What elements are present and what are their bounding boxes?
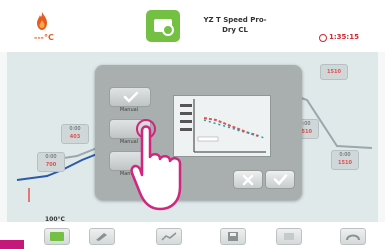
options-icon: [284, 233, 294, 240]
program-view-button[interactable]: [44, 228, 70, 245]
close-icon: [242, 174, 254, 186]
save-button[interactable]: [220, 228, 246, 245]
screen: ---°C YZ T Speed Pro- Dry CL 1:35:15 0:0…: [0, 0, 385, 249]
options-button[interactable]: [276, 228, 302, 245]
chip-left-bottom[interactable]: 0:00 700: [37, 152, 65, 172]
furnace-temperature: ---°C: [34, 33, 54, 42]
furnace-hood-icon: [346, 234, 360, 241]
pencil-icon: [96, 233, 107, 241]
header: ---°C YZ T Speed Pro- Dry CL 1:35:15: [0, 0, 385, 52]
graph-button[interactable]: [156, 228, 182, 245]
bottom-toolbar: [0, 222, 385, 249]
graph-icon: [161, 232, 177, 241]
corner-accent: [0, 240, 24, 249]
image-icon: [50, 232, 64, 241]
chip-left-top[interactable]: 0:00 403: [61, 124, 89, 144]
confirm-button[interactable]: [265, 170, 295, 189]
check-icon: [123, 91, 139, 103]
floppy-disk-icon: [228, 232, 238, 241]
chip-left-bottom-time: 0:00: [45, 154, 57, 160]
hand-pointer-icon: [130, 119, 182, 211]
chip-right-top-value: 1510: [327, 69, 341, 75]
program-name: YZ T Speed Pro- Dry CL: [190, 15, 280, 35]
chip-left-bottom-value: 700: [45, 162, 57, 168]
chip-left-top-time: 0:00: [69, 126, 81, 132]
program-name-line2: Dry CL: [222, 26, 248, 34]
check-icon: [273, 174, 288, 186]
program-name-line1: YZ T Speed Pro-: [203, 16, 267, 24]
program-image-icon: [154, 19, 174, 36]
chip-right-bottom[interactable]: 0:00 1510: [331, 150, 359, 170]
clock-icon: [319, 34, 327, 42]
option-1-label: Manual: [119, 107, 139, 113]
edit-button[interactable]: [89, 228, 115, 245]
furnace-hood-button[interactable]: [340, 228, 366, 245]
drying-mode-dialog: Manual Manual Manual: [95, 65, 302, 200]
cancel-button[interactable]: [233, 170, 263, 189]
flame-icon: [37, 12, 47, 30]
chip-right-bottom-time: 0:00: [339, 152, 351, 158]
remaining-time: 1:35:15: [329, 33, 359, 41]
chip-right-top[interactable]: 1510: [320, 64, 348, 80]
option-1-button[interactable]: [109, 87, 151, 107]
program-icon[interactable]: [146, 10, 180, 42]
chip-right-bottom-value: 1510: [338, 160, 352, 166]
chip-left-top-value: 403: [69, 134, 81, 140]
